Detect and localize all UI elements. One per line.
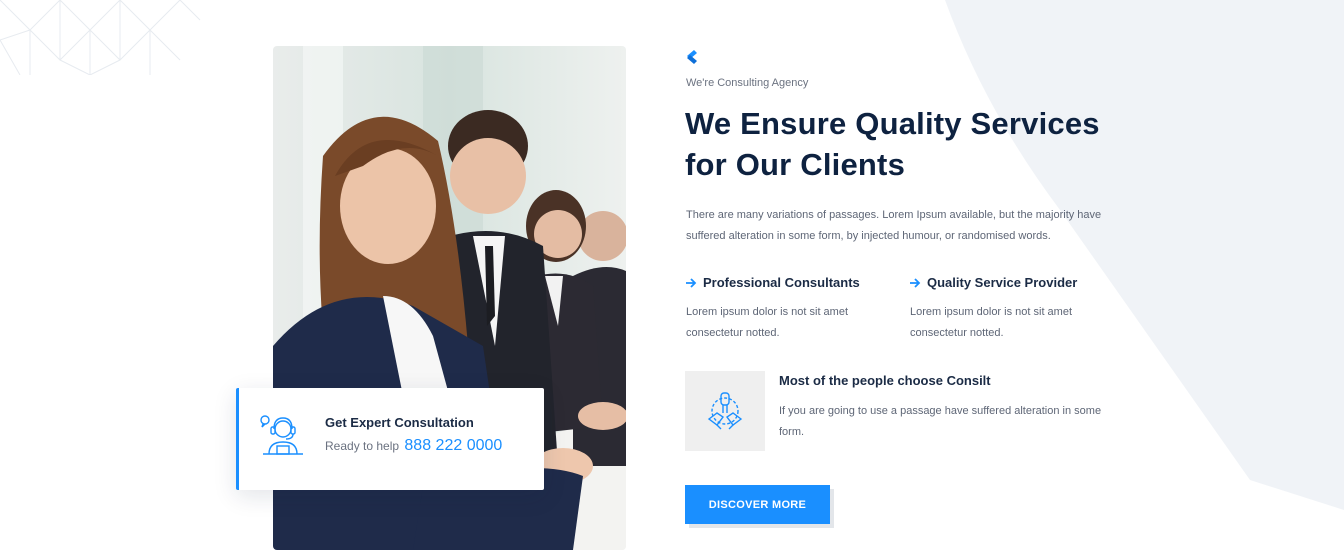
arrow-right-icon [910,277,921,288]
feature-professional-consultants: Professional Consultants Lorem ipsum dol… [686,275,886,344]
feature-text: Lorem ipsum dolor is not sit amet consec… [910,306,1073,339]
consultation-card: Get Expert Consultation Ready to help 88… [236,388,544,490]
feature-heading: Quality Service Provider [910,275,1110,290]
section-intro: There are many variations of passages. L… [686,209,1102,242]
feature-title: Quality Service Provider [927,275,1078,290]
headline-line-1: We Ensure Quality Services [685,106,1100,141]
section-headline: We Ensure Quality Services for Our Clien… [685,103,1145,185]
section-tagline: We're Consulting Agency [686,77,809,89]
choose-text: If you are going to use a passage have s… [779,405,1102,438]
consultation-subtitle: Ready to help 888 222 0000 [325,437,502,455]
hands-teamwork-icon [707,392,743,430]
support-agent-icon [260,415,303,455]
feature-quality-service-provider: Quality Service Provider Lorem ipsum dol… [910,275,1110,344]
feature-title: Professional Consultants [703,275,860,290]
phone-number-link[interactable]: 888 222 0000 [404,437,502,454]
discover-more-button[interactable]: DISCOVER MORE [685,485,830,524]
feature-text: Lorem ipsum dolor is not sit amet consec… [686,306,849,339]
consultation-prefix: Ready to help [325,439,400,453]
arrow-right-icon [686,277,697,288]
headline-line-2: for Our Clients [685,147,906,182]
consultation-title: Get Expert Consultation [325,415,474,430]
consult-logo-icon [687,50,697,64]
background-shape [945,0,1344,510]
choose-title: Most of the people choose Consilt [779,373,991,388]
choose-icon-box [685,371,765,451]
feature-heading: Professional Consultants [686,275,886,290]
